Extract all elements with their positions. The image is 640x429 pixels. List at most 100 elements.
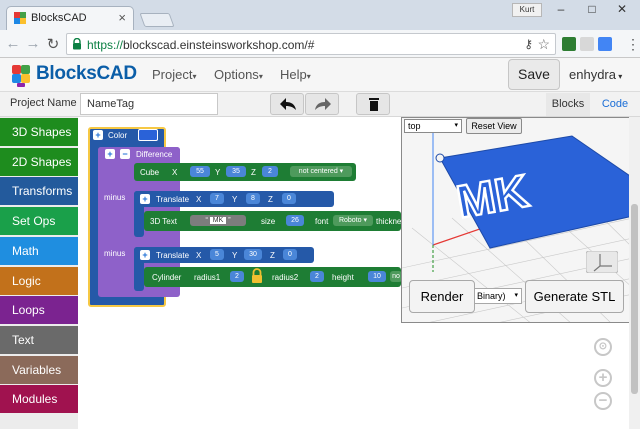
key-icon[interactable]: ⚷ xyxy=(524,37,533,51)
browser-titlebar: BlocksCAD × Kurt – □ ✕ xyxy=(0,0,640,30)
category-logic[interactable]: Logic xyxy=(0,267,78,295)
window-close-icon[interactable]: ✕ xyxy=(612,2,632,16)
text3d-thickness-label: thickne xyxy=(376,217,402,226)
text3d-label: 3D Text xyxy=(150,217,177,226)
reload-icon[interactable]: ↻ xyxy=(45,35,61,53)
translate-2-z-label: Z xyxy=(270,251,275,260)
axes-toggle-icon[interactable] xyxy=(586,251,618,273)
translate-2-expand-icon[interactable]: + xyxy=(140,250,150,260)
scrollbar-thumb[interactable] xyxy=(631,204,638,394)
zoom-out-icon[interactable]: − xyxy=(594,392,612,410)
translate-2-x-field[interactable]: 5 xyxy=(210,249,224,260)
extension-check-icon[interactable] xyxy=(562,37,576,51)
extension-drive-icon[interactable] xyxy=(598,37,612,51)
export-format-select[interactable]: Binary) ▾ xyxy=(474,288,522,304)
cylinder-height-field[interactable]: 10 xyxy=(368,271,386,282)
minus-label-2: minus xyxy=(104,249,126,258)
category-2d-shapes[interactable]: 2D Shapes xyxy=(0,148,78,176)
minus-label-1: minus xyxy=(104,193,126,202)
cylinder-radius2-label: radius2 xyxy=(272,273,299,282)
text3d-font-dropdown[interactable]: Roboto ▾ xyxy=(333,215,373,226)
category-set-ops[interactable]: Set Ops xyxy=(0,207,78,235)
translate-2-z-field[interactable]: 0 xyxy=(283,249,297,260)
project-toolbar: Project Name NameTag Blocks Code xyxy=(0,92,640,117)
redo-button[interactable] xyxy=(305,93,339,115)
maximize-icon[interactable]: □ xyxy=(582,2,602,16)
tab-title: BlocksCAD xyxy=(31,12,87,24)
new-tab-button[interactable] xyxy=(139,13,175,27)
cylinder-radius1-field[interactable]: 2 xyxy=(230,271,244,282)
text3d-text-field[interactable]: “ MK ” xyxy=(190,215,246,226)
redo-icon xyxy=(315,98,331,110)
menu-options[interactable]: Options▾ xyxy=(214,67,263,82)
category-3d-shapes[interactable]: 3D Shapes xyxy=(0,118,78,146)
browser-menu-icon[interactable]: ⋮ xyxy=(626,36,640,53)
tab-blocks[interactable]: Blocks xyxy=(546,93,590,116)
translate-1-label: Translate xyxy=(156,195,190,204)
profile-badge[interactable]: Kurt xyxy=(512,3,542,17)
keyring-hole xyxy=(435,153,445,163)
view-select[interactable]: top ▾ xyxy=(404,119,462,133)
cube-label: Cube xyxy=(140,168,160,177)
minimize-icon[interactable]: – xyxy=(551,2,571,16)
color-block-label: Color xyxy=(108,131,128,140)
text3d-size-label: size xyxy=(261,217,276,226)
save-button[interactable]: Save xyxy=(508,59,560,90)
logo-text[interactable]: BlocksCAD xyxy=(36,63,137,85)
category-text[interactable]: Text xyxy=(0,326,78,354)
url-bar[interactable]: https:// blockscad.einsteinsworkshop.com… xyxy=(66,33,556,55)
tab-code[interactable]: Code xyxy=(592,93,638,116)
url-scheme: https:// xyxy=(87,38,124,52)
category-transforms[interactable]: Transforms xyxy=(0,177,78,205)
lock-icon xyxy=(73,38,81,50)
render-button[interactable]: Render xyxy=(409,280,475,313)
menu-help[interactable]: Help▾ xyxy=(280,67,311,82)
color-expand-icon[interactable]: + xyxy=(93,130,103,140)
browser-tab[interactable]: BlocksCAD × xyxy=(6,6,134,30)
lock-radius-icon[interactable] xyxy=(250,268,264,284)
translate-1-expand-icon[interactable]: + xyxy=(140,194,150,204)
translate-1-y-field[interactable]: 8 xyxy=(246,193,260,204)
app-header: BlocksCAD Project▾ Options▾ Help▾ Save e… xyxy=(0,58,640,92)
cube-center-dropdown[interactable]: not centered ▾ xyxy=(290,166,352,177)
difference-label: Difference xyxy=(136,150,173,159)
forward-icon[interactable]: → xyxy=(25,35,41,52)
project-name-input[interactable]: NameTag xyxy=(80,93,218,115)
translate-2-x-label: X xyxy=(196,251,202,260)
user-menu[interactable]: enhydra ▾ xyxy=(569,67,622,82)
cube-x-field[interactable]: 55 xyxy=(190,166,210,177)
undo-button[interactable] xyxy=(270,93,304,115)
cube-z-field[interactable]: 2 xyxy=(262,166,278,177)
cube-x-label: X xyxy=(172,168,178,177)
cylinder-radius2-field[interactable]: 2 xyxy=(310,271,324,282)
bookmark-star-icon[interactable]: ☆ xyxy=(537,36,550,53)
difference-expand-icon[interactable]: + xyxy=(105,149,115,159)
blockscad-favicon-icon xyxy=(14,12,26,24)
zoom-in-icon[interactable]: + xyxy=(594,369,612,387)
delete-button[interactable] xyxy=(356,93,390,115)
category-modules[interactable]: Modules xyxy=(0,385,78,413)
blockscad-logo-icon[interactable] xyxy=(8,62,34,88)
back-icon[interactable]: ← xyxy=(5,35,21,52)
address-toolbar: ← → ↻ https:// blockscad.einsteinsworksh… xyxy=(0,30,640,58)
translate-2-y-label: Y xyxy=(232,251,238,260)
category-variables[interactable]: Variables xyxy=(0,356,78,384)
category-loops[interactable]: Loops xyxy=(0,296,78,324)
translate-2-label: Translate xyxy=(156,251,190,260)
translate-2-y-field[interactable]: 30 xyxy=(244,249,262,260)
translate-1-x-field[interactable]: 7 xyxy=(210,193,224,204)
text3d-size-field[interactable]: 26 xyxy=(286,215,304,226)
recenter-icon[interactable]: ⊙ xyxy=(594,338,612,356)
translate-1-z-label: Z xyxy=(268,195,273,204)
cube-y-field[interactable]: 35 xyxy=(226,166,246,177)
tab-close-icon[interactable]: × xyxy=(118,10,126,25)
generate-stl-button[interactable]: Generate STL xyxy=(525,280,624,313)
cube-z-label: Z xyxy=(251,168,256,177)
category-math[interactable]: Math xyxy=(0,237,78,265)
menu-project[interactable]: Project▾ xyxy=(152,67,196,82)
reset-view-button[interactable]: Reset View xyxy=(466,118,522,134)
color-swatch[interactable] xyxy=(138,129,158,141)
translate-1-z-field[interactable]: 0 xyxy=(282,193,296,204)
difference-collapse-icon[interactable]: − xyxy=(120,149,130,159)
extension-cube-icon[interactable] xyxy=(580,37,594,51)
